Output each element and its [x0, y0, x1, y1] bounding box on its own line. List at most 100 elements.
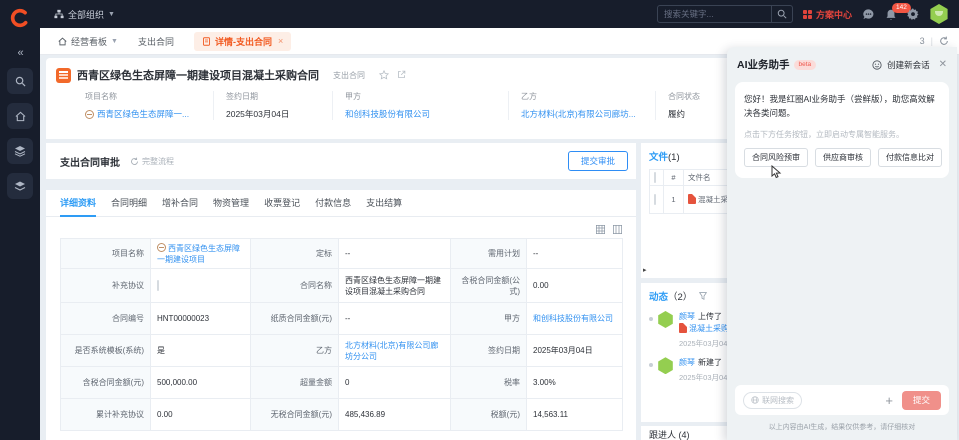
activity-user-link[interactable]: 颜琴 [679, 312, 695, 321]
field-label: 项目名称 [85, 91, 205, 102]
cell-label: 合同名称 [251, 269, 339, 303]
flow-cycle-icon [130, 157, 139, 166]
cell-label: 定标 [251, 239, 339, 269]
scroll-right-arrow-icon[interactable]: ▸ [643, 266, 647, 274]
detail-field-table: 项目名称 西青区绿色生态屏障一期建设项目 定标 -- 需用计划 -- 补充协议 … [60, 238, 623, 431]
cell-label: 签约日期 [451, 335, 527, 367]
pdf-file-icon [688, 194, 696, 204]
smiley-icon [872, 60, 882, 70]
row-select-cell [650, 186, 664, 214]
user-avatar[interactable] [929, 4, 949, 24]
sidebar-home-button[interactable] [7, 103, 33, 129]
project-icon [157, 243, 166, 252]
search-icon [777, 9, 787, 19]
ai-input-bar[interactable]: 联网搜索 + 提交 [735, 385, 949, 415]
star-icon[interactable] [379, 70, 389, 80]
tab-supplement[interactable]: 增补合同 [162, 196, 198, 216]
collapse-sidebar-icon[interactable]: « [17, 47, 22, 59]
ai-greeting-card: 您好！我是红圈AI业务助手（尝鲜版），助您高效解决各类问题。 点击下方任务按钮，… [735, 82, 949, 178]
tab-detail-info[interactable]: 详细资料 [60, 196, 96, 217]
activity-action: 上传了 [698, 312, 722, 321]
table-row: 累计补充协议 0.00 无税合同金额(元) 485,436.89 税额(元) 1… [61, 399, 623, 431]
party-b-link-cell[interactable]: 北方材料(北京)有限公司廊坊分公司 [339, 335, 451, 367]
cell-value: 2025年03月04日 [527, 335, 623, 367]
plan-center-link[interactable]: 方案中心 [803, 8, 852, 21]
checkbox[interactable] [654, 194, 656, 205]
new-session-button[interactable]: 创建新会话 [887, 59, 930, 71]
timeline-dot [649, 363, 653, 367]
messages-button[interactable] [862, 8, 875, 21]
chat-bubble-icon [862, 8, 875, 21]
ai-panel-title: AI业务助手 [737, 57, 790, 72]
search-submit-button[interactable] [772, 9, 792, 19]
checkbox[interactable] [654, 172, 656, 183]
notifications-button[interactable]: 142 [885, 8, 897, 21]
cell-value: -- [527, 239, 623, 269]
tab-materials[interactable]: 物资管理 [213, 196, 249, 216]
tab-contract-detail-active[interactable]: 详情-支出合同 × [194, 32, 291, 51]
file-index: 1 [664, 186, 684, 214]
mouse-cursor [771, 165, 783, 179]
party-b-link[interactable]: 北方材料(北京)有限公司廊坊... [521, 108, 647, 120]
global-search-input[interactable] [658, 9, 771, 19]
refresh-icon[interactable] [939, 36, 949, 46]
table-row: 合同编号 HNT00000023 纸质合同金额(元) -- 甲方 和创科技股份有… [61, 303, 623, 335]
close-icon[interactable]: ✕ [939, 59, 947, 70]
checkbox[interactable] [157, 280, 159, 291]
field-label: 乙方 [521, 91, 647, 102]
task-payment-check-button[interactable]: 付款信息比对 [878, 148, 942, 167]
field-label: 甲方 [345, 91, 500, 102]
party-a-link[interactable]: 和创科技股份有限公司 [345, 108, 500, 120]
sidebar-modules-button[interactable] [7, 173, 33, 199]
sidebar-search-button[interactable] [7, 68, 33, 94]
project-name-link[interactable]: 西青区绿色生态屏障一... [85, 108, 205, 120]
cell-label: 项目名称 [61, 239, 151, 269]
filter-icon[interactable] [699, 292, 707, 300]
cell-label: 税率 [451, 367, 527, 399]
select-all-cell [650, 170, 664, 186]
tab-payments[interactable]: 付款信息 [315, 196, 351, 216]
party-a-link-cell[interactable]: 和创科技股份有限公司 [527, 303, 623, 335]
user-avatar[interactable] [657, 311, 674, 328]
approval-bar: 支出合同审批 完整流程 提交审批 [46, 143, 636, 179]
tab-settlement[interactable]: 支出结算 [366, 196, 402, 216]
user-avatar[interactable] [657, 357, 674, 374]
layers-icon [14, 180, 26, 192]
cell-value: 是 [151, 335, 251, 367]
external-link-icon[interactable] [397, 70, 406, 79]
ai-submit-button[interactable]: 提交 [902, 391, 941, 410]
tab-dashboard[interactable]: 经营看板 ▼ [58, 35, 118, 48]
cell-value: 0.00 [151, 399, 251, 431]
web-search-toggle[interactable]: 联网搜索 [743, 392, 802, 409]
org-selector[interactable]: 全部组织 ▼ [54, 8, 115, 21]
settings-button[interactable] [907, 8, 919, 20]
activity-title: 动态 [649, 292, 668, 303]
task-supplier-audit-button[interactable]: 供应商审核 [815, 148, 871, 167]
attach-plus-icon[interactable]: + [885, 394, 893, 407]
project-link-cell[interactable]: 西青区绿色生态屏障一期建设项目 [151, 239, 251, 269]
sign-date-value: 2025年03月04日 [226, 108, 324, 120]
columns-icon[interactable] [613, 225, 622, 234]
document-icon [202, 37, 211, 46]
cell-label: 纸质合同金额(元) [251, 303, 339, 335]
tab-invoices[interactable]: 收票登记 [264, 196, 300, 216]
home-icon [15, 111, 26, 122]
global-search [657, 5, 793, 23]
project-icon [85, 110, 94, 119]
brand-logo-icon[interactable] [9, 7, 31, 29]
sidebar-apps-button[interactable] [7, 138, 33, 164]
activity-user-link[interactable]: 颜琴 [679, 358, 695, 367]
activity-count: （2） [668, 292, 692, 303]
app-window: { "topbar": { "org": "全部组织", "search_pla… [0, 0, 959, 440]
tab-contract-items[interactable]: 合同明细 [111, 196, 147, 216]
cell-label: 含税合同金额(元) [61, 367, 151, 399]
cell-value: 3.00% [527, 367, 623, 399]
org-tree-icon [54, 9, 64, 19]
tab-expense-contracts[interactable]: 支出合同 [138, 35, 174, 48]
submit-approval-button[interactable]: 提交审批 [568, 151, 628, 171]
table-view-icon[interactable] [596, 225, 605, 234]
cell-value: 485,436.89 [339, 399, 451, 431]
close-tab-icon[interactable]: × [278, 36, 283, 46]
approval-flow: 完整流程 [130, 156, 174, 167]
approval-title: 支出合同审批 [60, 154, 120, 169]
